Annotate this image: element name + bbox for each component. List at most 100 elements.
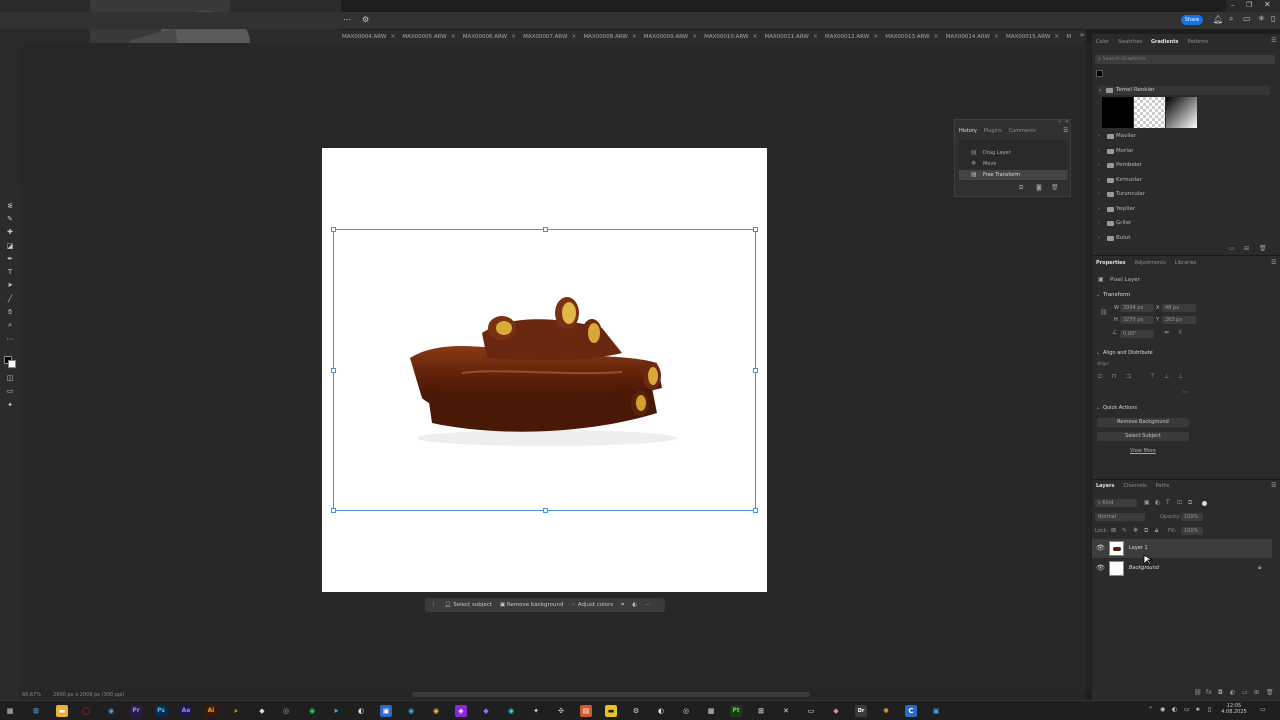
more-tools-icon[interactable]: ⋯ bbox=[5, 335, 15, 343]
tab-layers[interactable]: Layers bbox=[1096, 483, 1115, 489]
gradient-black[interactable] bbox=[1102, 97, 1133, 128]
layer-style-icon[interactable]: fx bbox=[1206, 689, 1212, 696]
new-group-icon[interactable]: ▭ bbox=[1242, 689, 1248, 696]
more-options-icon[interactable]: ⋯ bbox=[343, 15, 351, 24]
angle-field[interactable]: 0,00° bbox=[1120, 330, 1154, 338]
chevron-down-icon[interactable]: ⌄ bbox=[1096, 350, 1100, 356]
filter-smart-icon[interactable]: ⧉ bbox=[1188, 499, 1192, 507]
more-icon[interactable]: ⋯ bbox=[645, 602, 651, 608]
lock-transparent-icon[interactable]: ⊠ bbox=[1111, 527, 1116, 534]
tab-swatches[interactable]: Swatches bbox=[1118, 39, 1142, 45]
settings-icon[interactable]: ✳ bbox=[1258, 14, 1265, 23]
align-left-icon[interactable]: ⊏ bbox=[1098, 373, 1103, 380]
background-color-swatch[interactable] bbox=[8, 360, 16, 368]
brush-tool-icon[interactable]: ✎ bbox=[5, 215, 15, 223]
close-tab-icon[interactable]: × bbox=[451, 33, 456, 40]
document-tab[interactable]: MAX00010.ARW × bbox=[703, 33, 763, 40]
color-wheel-icon[interactable]: ◐ bbox=[632, 602, 637, 608]
remove-background-button[interactable]: ▣ Remove background bbox=[500, 602, 564, 608]
transform-handle[interactable] bbox=[753, 368, 758, 373]
gradient-folder[interactable]: › Maviler bbox=[1098, 133, 1136, 139]
app-icon[interactable]: ◆ bbox=[256, 705, 268, 717]
more-icon[interactable]: ⋯ bbox=[1182, 388, 1189, 396]
eraser-tool-icon[interactable]: ◪ bbox=[5, 242, 15, 250]
document-tab[interactable]: MAX00007.ARW × bbox=[522, 33, 582, 40]
tab-paths[interactable]: Paths bbox=[1156, 483, 1170, 489]
horizontal-scrollbar[interactable] bbox=[412, 692, 810, 697]
lock-artboard-icon[interactable]: ⧉ bbox=[1144, 527, 1148, 535]
close-tab-icon[interactable]: × bbox=[571, 33, 576, 40]
add-mask-icon[interactable]: ◘ bbox=[1218, 689, 1223, 696]
gradient-folder[interactable]: › Pembeler bbox=[1098, 162, 1142, 168]
app-icon[interactable]: ✦ bbox=[530, 705, 542, 717]
close-tab-icon[interactable]: × bbox=[752, 33, 757, 40]
close-tab-icon[interactable]: × bbox=[934, 33, 939, 40]
x-icon[interactable]: ✕ bbox=[780, 705, 792, 717]
adjust-colors-button[interactable]: ⁘ Adjust colors bbox=[571, 602, 613, 608]
history-item-active[interactable]: ▤ Free Transform bbox=[959, 170, 1067, 180]
transform-handle[interactable] bbox=[331, 508, 336, 513]
app-icon[interactable]: ⊞ bbox=[755, 705, 767, 717]
browser-icon[interactable]: ◉ bbox=[105, 705, 117, 717]
adjustment-layer-icon[interactable]: ◐ bbox=[1230, 689, 1235, 696]
zoom-level[interactable]: 66,67% bbox=[22, 692, 41, 698]
line-tool-icon[interactable]: ╱ bbox=[5, 295, 15, 303]
screen-mode-icon[interactable]: ▭ bbox=[5, 387, 15, 395]
app-icon[interactable]: ▦ bbox=[705, 705, 717, 717]
snapshot-icon[interactable]: ◙ bbox=[1036, 184, 1042, 191]
close-window-icon[interactable]: ✕ bbox=[1264, 0, 1271, 9]
close-tab-icon[interactable]: × bbox=[692, 33, 697, 40]
panel-menu-icon[interactable]: ☰ bbox=[1063, 127, 1068, 134]
blend-mode-select[interactable]: Normal bbox=[1095, 513, 1145, 521]
tray-chevron-icon[interactable]: ⌃ bbox=[1148, 706, 1153, 713]
x-field[interactable]: 48 px bbox=[1162, 304, 1196, 312]
remove-background-button[interactable]: Remove Background bbox=[1097, 418, 1189, 427]
start-icon[interactable]: ⊞ bbox=[30, 705, 42, 717]
document-tab[interactable]: MAX00011.ARW × bbox=[764, 33, 824, 40]
gradient-folder-expanded[interactable]: ⌄ Temel Renkler bbox=[1098, 86, 1270, 95]
document-tab[interactable]: MAX00013.ARW × bbox=[884, 33, 944, 40]
eye-icon[interactable]: 👁︎ bbox=[1096, 544, 1105, 552]
app-icon[interactable]: ◐ bbox=[655, 705, 667, 717]
generative-icon[interactable]: ✦ bbox=[5, 401, 15, 409]
tab-comments[interactable]: Comments bbox=[1009, 128, 1036, 134]
app-icon[interactable]: ◉ bbox=[505, 705, 517, 717]
link-icon[interactable]: ⛓ bbox=[1100, 309, 1108, 316]
gradient-transparent[interactable] bbox=[1134, 97, 1165, 128]
document-tab[interactable]: M bbox=[1065, 34, 1077, 40]
close-tab-icon[interactable]: × bbox=[873, 33, 878, 40]
app-icon[interactable]: ◈ bbox=[455, 705, 467, 717]
align-right-icon[interactable]: ⊐ bbox=[1126, 373, 1131, 380]
close-tab-icon[interactable]: × bbox=[994, 33, 999, 40]
tab-gradients[interactable]: Gradients bbox=[1151, 39, 1179, 45]
app-icon[interactable]: ◎ bbox=[280, 705, 292, 717]
zoom-tool-icon[interactable]: ⌕ bbox=[5, 321, 15, 329]
new-folder-icon[interactable]: ▭ bbox=[1229, 245, 1235, 252]
height-field[interactable]: 3270 px bbox=[1120, 316, 1154, 324]
filter-toggle-icon[interactable] bbox=[1202, 501, 1207, 506]
gradient-preview-swatch[interactable] bbox=[1096, 70, 1103, 77]
layer-filter-kind[interactable]: ⌕ Kind bbox=[1095, 499, 1137, 507]
bell-icon[interactable]: 🔔︎ bbox=[1213, 15, 1223, 24]
new-gradient-icon[interactable]: ⊞ bbox=[1244, 245, 1249, 252]
close-tab-icon[interactable]: × bbox=[511, 33, 516, 40]
gradient-folder[interactable]: › Yeşiller bbox=[1098, 206, 1135, 212]
app-icon[interactable]: ▭ bbox=[805, 705, 817, 717]
close-tab-icon[interactable]: × bbox=[813, 33, 818, 40]
lock-position-icon[interactable]: ✥ bbox=[1133, 527, 1138, 534]
y-field[interactable]: 263 px bbox=[1162, 316, 1196, 324]
gear-icon[interactable]: ⚙ bbox=[362, 15, 369, 24]
view-more-link[interactable]: View More bbox=[1130, 448, 1156, 454]
quick-mask-icon[interactable]: ◫ bbox=[5, 374, 15, 382]
file-explorer-icon[interactable]: ▬ bbox=[56, 705, 68, 717]
app-icon[interactable]: ◆ bbox=[480, 705, 492, 717]
transform-handle[interactable] bbox=[331, 368, 336, 373]
lasso-tool-icon[interactable]: ᓬ bbox=[5, 202, 15, 210]
transform-handle[interactable] bbox=[753, 508, 758, 513]
drag-handle-icon[interactable]: ⋮ bbox=[431, 602, 437, 608]
panel-toggle-icon[interactable]: ▯ bbox=[1271, 14, 1275, 23]
app-icon[interactable]: ◐ bbox=[355, 705, 367, 717]
filter-pixel-icon[interactable]: ▣ bbox=[1144, 499, 1150, 506]
panel-menu-icon[interactable]: ☰ bbox=[1271, 482, 1276, 489]
trash-icon[interactable]: 🗑︎ bbox=[1259, 245, 1267, 252]
